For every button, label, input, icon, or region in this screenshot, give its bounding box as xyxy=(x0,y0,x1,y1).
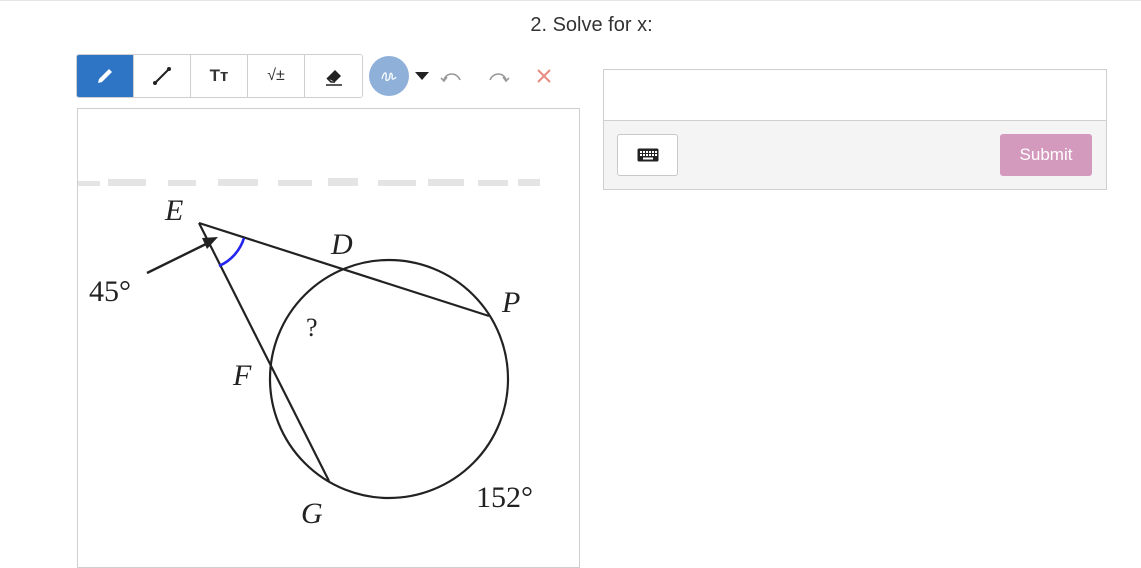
keyboard-icon xyxy=(637,148,658,162)
math-tool-button[interactable]: √± xyxy=(248,55,305,97)
top-divider xyxy=(0,0,1141,1)
eraser-tool-button[interactable] xyxy=(305,55,362,97)
undo-button[interactable] xyxy=(429,56,475,96)
answer-input[interactable] xyxy=(604,70,1106,121)
redo-button[interactable] xyxy=(475,56,521,96)
caret-down-icon xyxy=(415,72,429,80)
point-label-e: E xyxy=(164,194,183,227)
unknown-arc-label: ? xyxy=(306,313,318,342)
close-icon xyxy=(537,69,551,83)
point-label-g: G xyxy=(301,497,323,530)
color-dropdown-button[interactable] xyxy=(415,69,429,83)
drawing-toolbar: Tт √± xyxy=(76,54,567,98)
drawing-canvas[interactable]: E D P F G 45° ? 152° xyxy=(77,108,580,568)
scan-artifact-strip xyxy=(78,178,540,186)
eraser-icon xyxy=(325,70,342,86)
text-tool-button[interactable]: Tт xyxy=(191,55,248,97)
scribble-icon xyxy=(381,72,397,82)
angle-pointer-arrow xyxy=(146,242,207,275)
point-label-f: F xyxy=(232,359,252,392)
keyboard-button[interactable] xyxy=(617,134,678,176)
line-icon xyxy=(153,67,171,85)
text-size-icon: Tт xyxy=(209,66,229,85)
submit-button[interactable]: Submit xyxy=(1000,134,1092,176)
circle xyxy=(268,258,510,500)
color-picker-button[interactable] xyxy=(369,56,409,96)
answer-panel: Submit xyxy=(603,69,1107,190)
secant-efg xyxy=(198,222,330,482)
angle-arc xyxy=(218,237,246,268)
math-icon: √± xyxy=(267,67,285,84)
undo-icon xyxy=(440,73,461,83)
arc-measure-label: 152° xyxy=(476,481,533,514)
point-label-d: D xyxy=(330,228,353,261)
clear-button[interactable] xyxy=(521,56,567,96)
pencil-tool-button[interactable] xyxy=(77,55,134,97)
pencil-icon xyxy=(98,69,112,83)
point-label-p: P xyxy=(501,286,520,319)
redo-icon xyxy=(489,73,510,83)
angle-label: 45° xyxy=(89,275,131,308)
geometry-figure: E D P F G 45° ? 152° xyxy=(78,178,540,530)
line-tool-button[interactable] xyxy=(134,55,191,97)
tool-group: Tт √± xyxy=(76,54,363,98)
question-title: 2. Solve for x: xyxy=(530,14,653,36)
